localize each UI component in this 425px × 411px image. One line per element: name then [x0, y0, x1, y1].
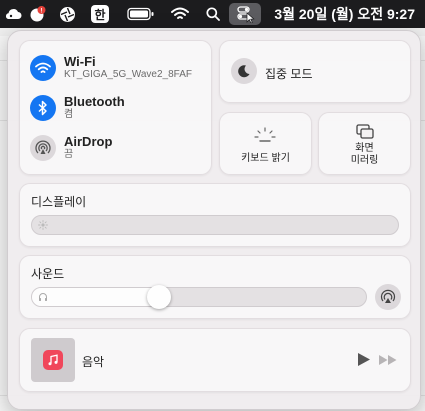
aperture-icon[interactable]	[56, 0, 78, 28]
music-app-icon	[43, 350, 63, 370]
notification-app-icon[interactable]: !	[27, 0, 49, 28]
keyboard-brightness-tile[interactable]: 키보드 밝기	[219, 112, 312, 175]
input-method-label: 한	[91, 5, 109, 23]
airplay-audio-button[interactable]	[375, 284, 401, 310]
keyboard-brightness-label: 키보드 밝기	[241, 153, 290, 164]
cloud-status-icon[interactable]	[2, 0, 24, 28]
keyboard-brightness-icon	[254, 127, 276, 142]
volume-slider[interactable]	[31, 285, 367, 309]
wifi-status-icon[interactable]	[169, 0, 191, 28]
bluetooth-status: 켬	[64, 109, 74, 120]
focus-mode-tile[interactable]: 집중 모드	[219, 40, 411, 103]
sun-icon	[38, 220, 48, 230]
volume-slider-knob[interactable]	[147, 285, 171, 309]
connectivity-tile: Wi-Fi KT_GIGA_5G_Wave2_8FAF Bluetooth 켬	[19, 40, 212, 175]
wifi-title: Wi-Fi	[64, 54, 96, 69]
wifi-network-name: KT_GIGA_5G_Wave2_8FAF	[64, 69, 193, 80]
screen-mirroring-label-line1: 화면	[355, 143, 374, 154]
display-brightness-slider[interactable]	[31, 215, 399, 235]
battery-icon[interactable]	[125, 0, 157, 28]
airdrop-title: AirDrop	[64, 134, 113, 149]
screen-mirroring-tile[interactable]: 화면 미러링	[318, 112, 411, 175]
control-center-icon[interactable]	[229, 3, 261, 25]
bluetooth-row[interactable]: Bluetooth 켬	[30, 94, 125, 121]
menubar-clock[interactable]: 3월 20일 (월) 오전 9:27	[274, 0, 415, 28]
screen-mirroring-label: 화면 미러링	[319, 143, 410, 167]
menu-bar: ! 한 3월 20일 (월) 오전 9:27	[0, 0, 425, 28]
input-method-indicator[interactable]: 한	[89, 0, 111, 28]
svg-text:!: !	[41, 8, 43, 14]
bluetooth-toggle[interactable]	[30, 94, 56, 121]
wifi-icon	[35, 62, 51, 73]
fast-forward-icon[interactable]	[378, 354, 398, 366]
focus-toggle[interactable]	[231, 58, 257, 84]
headphones-icon	[39, 293, 47, 301]
airplay-audio-icon	[380, 289, 396, 303]
focus-mode-label: 집중 모드	[265, 67, 313, 81]
album-art[interactable]	[31, 338, 75, 382]
now-playing-app-name: 음악	[82, 355, 105, 369]
display-title: 디스플레이	[31, 195, 87, 209]
spotlight-search-icon[interactable]	[203, 0, 223, 28]
sound-tile: 사운드	[19, 255, 411, 319]
airdrop-toggle[interactable]	[30, 134, 56, 161]
bluetooth-title: Bluetooth	[64, 94, 125, 109]
airdrop-status: 끔	[64, 149, 74, 160]
moon-icon	[238, 65, 250, 78]
screen-mirroring-icon	[356, 124, 374, 139]
screen-mirroring-label-line2: 미러링	[350, 155, 379, 166]
airdrop-icon	[35, 140, 51, 154]
airdrop-row[interactable]: AirDrop 끔	[30, 134, 112, 161]
display-tile: 디스플레이	[19, 183, 411, 247]
wifi-toggle[interactable]	[30, 54, 56, 81]
wifi-row[interactable]: Wi-Fi KT_GIGA_5G_Wave2_8FAF	[30, 54, 192, 81]
bluetooth-icon	[38, 100, 47, 115]
play-icon[interactable]	[357, 352, 371, 367]
now-playing-tile: 음악	[19, 328, 411, 392]
control-center-panel: Wi-Fi KT_GIGA_5G_Wave2_8FAF Bluetooth 켬	[7, 30, 421, 410]
sound-title: 사운드	[31, 267, 65, 281]
